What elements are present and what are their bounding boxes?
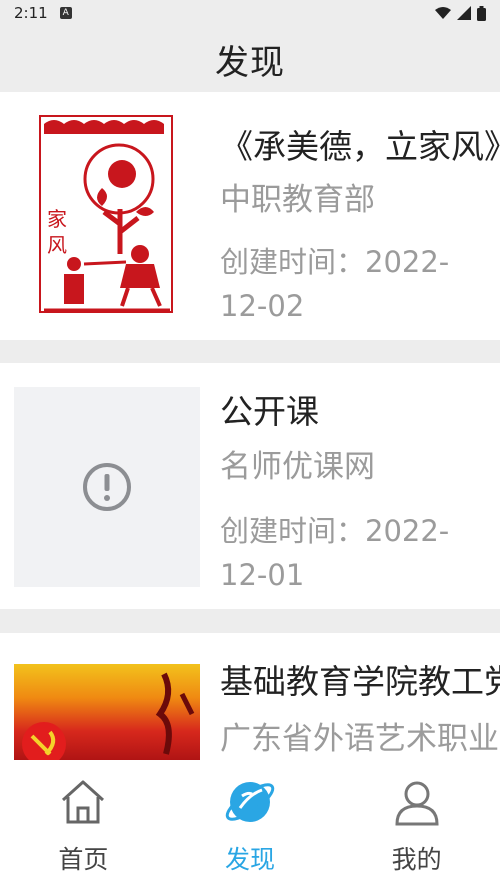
party-banner-image <box>22 672 195 760</box>
papercut-image: 家 风 <box>14 114 200 314</box>
tab-label: 我的 <box>391 845 442 874</box>
wifi-icon <box>435 7 451 19</box>
tab-label: 首页 <box>58 845 109 874</box>
bottom-tab-bar: 首页 发现 我的 <box>0 760 500 889</box>
profile-icon <box>395 781 439 826</box>
tab-discover[interactable]: 发现 <box>167 760 334 889</box>
tab-profile[interactable]: 我的 <box>333 760 500 889</box>
notification-badge: A <box>59 7 72 19</box>
signal-icon <box>457 6 471 20</box>
item-title: 基础教育学院教工党支部 <box>220 662 500 701</box>
tab-home[interactable]: 首页 <box>0 760 167 889</box>
home-icon <box>62 780 105 824</box>
item-title: 《承美德，立家风》 <box>220 127 500 166</box>
error-placeholder-icon <box>83 463 131 511</box>
battery-icon <box>477 5 486 21</box>
item-source: 名师优课网 <box>220 449 375 485</box>
svg-text:家: 家 <box>47 207 67 231</box>
item-created-time: 创建时间：2022-12-01 <box>220 514 450 592</box>
item-thumbnail <box>14 387 200 587</box>
item-title: 公开课 <box>220 392 319 431</box>
item-source: 中职教育部 <box>220 182 375 218</box>
list-item[interactable]: 基础教育学院教工党支部 广东省外语艺术职业学院 <box>0 633 500 760</box>
discover-planet-icon <box>225 782 275 822</box>
list-item[interactable]: 公开课 名师优课网 创建时间：2022-12-01 <box>0 363 500 609</box>
page-header: 发现 <box>0 26 500 92</box>
list-item[interactable]: 家 风 《承美德，立家风》 中职教育部 创建时间：2022-12-02 <box>0 92 500 340</box>
svg-text:风: 风 <box>47 233 67 257</box>
status-bar: 2:11 A <box>0 0 500 26</box>
item-created-time: 创建时间：2022-12-02 <box>220 245 450 323</box>
item-thumbnail <box>14 664 200 760</box>
status-time: 2:11 <box>14 4 48 22</box>
tab-label: 发现 <box>225 845 276 874</box>
page-title: 发现 <box>215 42 285 83</box>
item-thumbnail: 家 风 <box>14 114 200 314</box>
item-source: 广东省外语艺术职业学院 <box>220 721 500 757</box>
